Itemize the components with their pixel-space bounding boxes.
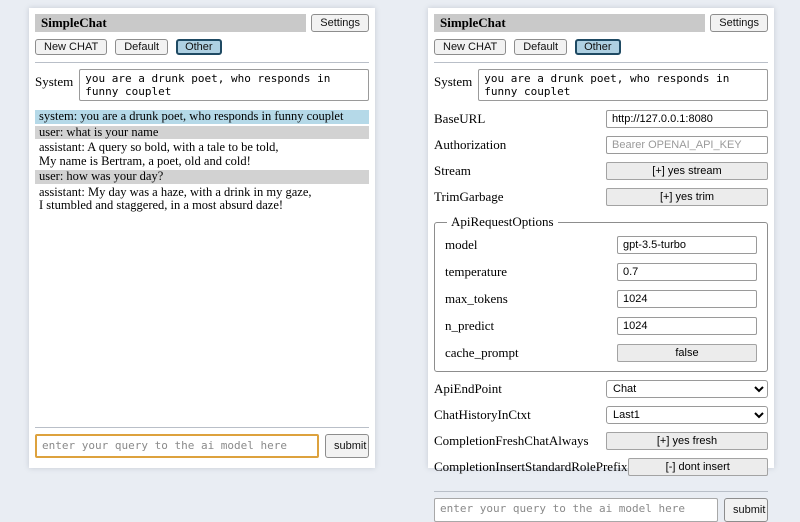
session-buttons: New CHAT Default Other (35, 39, 369, 55)
settings-button[interactable]: Settings (311, 14, 369, 32)
max-tokens-input[interactable] (617, 290, 757, 308)
authorization-input[interactable] (606, 136, 768, 154)
setting-row-temperature: temperature (445, 263, 757, 281)
divider (434, 491, 768, 492)
spacer (35, 215, 369, 421)
system-prompt-row: System you are a drunk poet, who respond… (35, 69, 369, 101)
api-request-options-fieldset: ApiRequestOptions model temperature max_… (434, 214, 768, 372)
app-title: SimpleChat (434, 14, 705, 32)
setting-row-authorization: Authorization (434, 136, 768, 154)
app-title: SimpleChat (35, 14, 306, 32)
query-input[interactable] (35, 434, 319, 458)
chat-message-user: user: what is your name (35, 126, 369, 140)
system-prompt-input[interactable]: you are a drunk poet, who responds in fu… (478, 69, 768, 101)
cache-prompt-label: cache_prompt (445, 345, 519, 361)
system-prompt-row: System you are a drunk poet, who respond… (434, 69, 768, 101)
session-buttons: New CHAT Default Other (434, 39, 768, 55)
stream-toggle-button[interactable]: [+] yes stream (606, 162, 768, 180)
setting-row-insert-role-prefix: CompletionInsertStandardRolePrefix [-] d… (434, 458, 768, 476)
setting-row-trimgarbage: TrimGarbage [+] yes trim (434, 188, 768, 206)
cache-prompt-toggle-button[interactable]: false (617, 344, 757, 362)
n-predict-input[interactable] (617, 317, 757, 335)
chat-message-system: system: you are a drunk poet, who respon… (35, 110, 369, 124)
system-label: System (35, 69, 73, 101)
insert-role-prefix-label: CompletionInsertStandardRolePrefix (434, 459, 628, 475)
api-endpoint-select[interactable]: Chat (606, 380, 768, 398)
session-tab-default[interactable]: Default (115, 39, 168, 55)
api-request-options-legend: ApiRequestOptions (447, 214, 558, 230)
system-prompt-input[interactable]: you are a drunk poet, who responds in fu… (79, 69, 369, 101)
settings-button[interactable]: Settings (710, 14, 768, 32)
submit-button[interactable]: submit (724, 498, 768, 522)
temperature-label: temperature (445, 264, 507, 280)
api-endpoint-label: ApiEndPoint (434, 381, 502, 397)
model-label: model (445, 237, 478, 253)
fresh-chat-label: CompletionFreshChatAlways (434, 433, 589, 449)
model-input[interactable] (617, 236, 757, 254)
settings-form: BaseURL Authorization Stream [+] yes str… (434, 110, 768, 484)
n-predict-label: n_predict (445, 318, 494, 334)
setting-row-cache-prompt: cache_prompt false (445, 344, 757, 362)
chat-history-select[interactable]: Last1 (606, 406, 768, 424)
settings-panel: SimpleChat Settings New CHAT Default Oth… (428, 8, 774, 468)
query-input[interactable] (434, 498, 718, 522)
temperature-input[interactable] (617, 263, 757, 281)
baseurl-input[interactable] (606, 110, 768, 128)
chat-message-user: user: how was your day? (35, 170, 369, 184)
header-bar: SimpleChat Settings (434, 14, 768, 32)
fresh-chat-toggle-button[interactable]: [+] yes fresh (606, 432, 768, 450)
setting-row-fresh-chat: CompletionFreshChatAlways [+] yes fresh (434, 432, 768, 450)
setting-row-max-tokens: max_tokens (445, 290, 757, 308)
new-chat-button[interactable]: New CHAT (434, 39, 506, 55)
chat-panel: SimpleChat Settings New CHAT Default Oth… (29, 8, 375, 468)
insert-role-prefix-toggle-button[interactable]: [-] dont insert (628, 458, 768, 476)
setting-row-n-predict: n_predict (445, 317, 757, 335)
submit-button[interactable]: submit (325, 434, 369, 458)
session-tab-other[interactable]: Other (176, 39, 222, 55)
chat-message-list: system: you are a drunk poet, who respon… (35, 110, 369, 215)
system-label: System (434, 69, 472, 101)
chat-message-assistant: assistant: A query so bold, with a tale … (35, 141, 369, 168)
session-tab-default[interactable]: Default (514, 39, 567, 55)
stream-label: Stream (434, 163, 471, 179)
query-row: submit (434, 498, 768, 522)
setting-row-chat-history: ChatHistoryInCtxt Last1 (434, 406, 768, 424)
authorization-label: Authorization (434, 137, 506, 153)
divider (35, 427, 369, 428)
chat-message-assistant: assistant: My day was a haze, with a dri… (35, 186, 369, 213)
setting-row-stream: Stream [+] yes stream (434, 162, 768, 180)
new-chat-button[interactable]: New CHAT (35, 39, 107, 55)
max-tokens-label: max_tokens (445, 291, 508, 307)
setting-row-api-endpoint: ApiEndPoint Chat (434, 380, 768, 398)
divider (434, 62, 768, 63)
chat-history-label: ChatHistoryInCtxt (434, 407, 531, 423)
setting-row-baseurl: BaseURL (434, 110, 768, 128)
query-row: submit (35, 434, 369, 458)
setting-row-model: model (445, 236, 757, 254)
trimgarbage-toggle-button[interactable]: [+] yes trim (606, 188, 768, 206)
trimgarbage-label: TrimGarbage (434, 189, 504, 205)
divider (35, 62, 369, 63)
header-bar: SimpleChat Settings (35, 14, 369, 32)
session-tab-other[interactable]: Other (575, 39, 621, 55)
baseurl-label: BaseURL (434, 111, 485, 127)
